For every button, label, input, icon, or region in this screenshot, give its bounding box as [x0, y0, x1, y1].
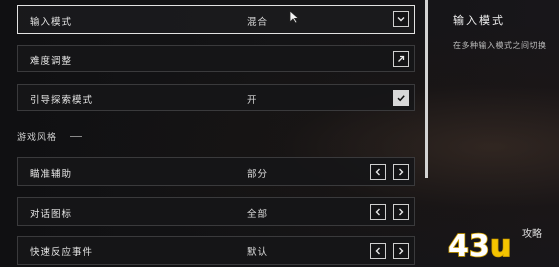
next-option-button[interactable] — [393, 204, 409, 220]
detail-description: 在多种输入模式之间切换 — [453, 41, 547, 50]
setting-row-aim-assist[interactable]: 瞄准辅助 部分 — [17, 157, 415, 186]
chevron-left-icon — [375, 168, 380, 176]
site-watermark-logo: 43 u 攻略 — [447, 227, 542, 261]
previous-option-button[interactable] — [370, 204, 386, 220]
settings-scrollbar[interactable] — [425, 0, 428, 178]
setting-label: 快速反应事件 — [30, 247, 94, 258]
external-link-icon — [398, 55, 405, 62]
setting-value: 默认 — [247, 247, 269, 258]
setting-label: 瞄准辅助 — [30, 169, 73, 180]
section-divider — [70, 136, 82, 137]
setting-label: 输入模式 — [30, 17, 73, 28]
open-submenu-button[interactable] — [393, 51, 409, 67]
setting-row-difficulty[interactable]: 难度调整 — [17, 45, 415, 72]
setting-label: 难度调整 — [30, 56, 73, 67]
dropdown-button[interactable] — [393, 11, 409, 27]
toggle-checkbox[interactable] — [393, 90, 409, 106]
setting-row-dialogue-icons[interactable]: 对话图标 全部 — [17, 197, 415, 226]
chevron-right-icon — [399, 247, 404, 255]
setting-row-quick-time-events[interactable]: 快速反应事件 默认 — [17, 236, 415, 265]
setting-label: 对话图标 — [30, 209, 73, 220]
setting-value: 全部 — [247, 209, 269, 220]
previous-option-button[interactable] — [370, 243, 386, 259]
setting-row-guided-exploration[interactable]: 引导探索模式 开 — [17, 84, 415, 111]
chevron-left-icon — [375, 208, 380, 216]
settings-panel: 输入模式 混合 难度调整 引导探索模式 开 游戏风格 瞄准辅助 部分 对话图标 … — [0, 0, 430, 267]
previous-option-button[interactable] — [370, 164, 386, 180]
setting-value: 混合 — [247, 17, 269, 28]
setting-value: 开 — [247, 95, 258, 106]
section-header: 游戏风格 — [17, 133, 58, 143]
chevron-right-icon — [399, 168, 404, 176]
setting-row-input-mode[interactable]: 输入模式 混合 — [17, 5, 415, 34]
watermark-letter: u — [490, 229, 511, 261]
next-option-button[interactable] — [393, 243, 409, 259]
watermark-small-text: 攻略 — [522, 227, 542, 240]
next-option-button[interactable] — [393, 164, 409, 180]
setting-value: 部分 — [247, 169, 269, 180]
chevron-down-icon — [397, 17, 405, 22]
setting-label: 引导探索模式 — [30, 95, 94, 106]
detail-title: 输入模式 — [453, 14, 505, 27]
chevron-left-icon — [375, 247, 380, 255]
watermark-digits: 43 — [448, 229, 490, 261]
mouse-cursor-icon — [289, 10, 300, 24]
checkmark-icon — [397, 95, 405, 102]
chevron-right-icon — [399, 208, 404, 216]
